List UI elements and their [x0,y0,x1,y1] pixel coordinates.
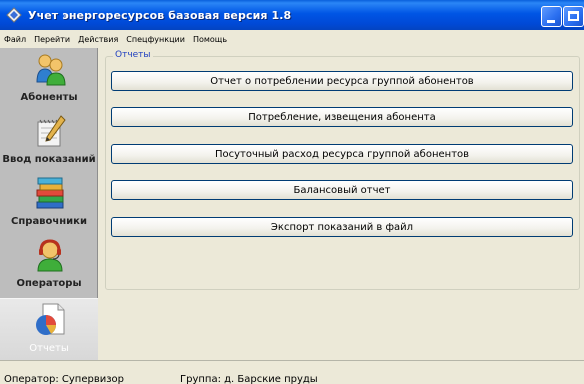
reports-group-title: Отчеты [113,50,153,60]
subscriber-consumption-notices-button[interactable]: Потребление, извещения абонента [111,107,573,127]
subscribers-icon [34,52,66,86]
menu-help[interactable]: Помощь [193,35,227,44]
minimize-button[interactable] [541,6,562,27]
sidebar-item-label: Отчеты [29,343,69,354]
sidebar: Абоненты Ввод показаний Справочники Опер… [0,48,98,360]
notepad-pencil-icon [34,114,66,148]
sidebar-item-meter-readings[interactable]: Ввод показаний [0,110,98,172]
menu-special-functions[interactable]: Спецфункции [126,35,185,44]
status-group: Группа: д. Барские пруды [180,374,318,384]
sidebar-item-label: Ввод показаний [2,154,96,165]
title-bar: Учет энергоресурсов базовая версия 1.8 [0,0,584,30]
sidebar-item-directories[interactable]: Справочники [0,172,98,234]
sidebar-item-reports[interactable]: Отчеты [0,298,98,360]
balance-report-button[interactable]: Балансовый отчет [111,180,573,200]
maximize-button[interactable] [563,6,584,27]
menu-actions[interactable]: Действия [78,35,118,44]
status-bar: Оператор: Супервизор Группа: д. Барские … [0,360,584,384]
sidebar-item-label: Справочники [11,216,87,227]
main-content: Отчеты Отчет о потреблении ресурса групп… [99,48,584,360]
window-title: Учет энергоресурсов базовая версия 1.8 [28,8,292,22]
app-diamond-icon [6,7,22,23]
sidebar-item-operators[interactable]: Операторы [0,234,98,296]
menu-goto[interactable]: Перейти [34,35,70,44]
report-chart-icon [34,303,66,337]
menu-file[interactable]: Файл [4,35,26,44]
sidebar-item-label: Операторы [16,278,82,289]
sidebar-item-label: Абоненты [20,92,78,103]
menu-bar: Файл Перейти Действия Спецфункции Помощь [0,30,584,48]
books-icon [34,176,66,210]
reports-group: Отчеты Отчет о потреблении ресурса групп… [105,50,580,290]
daily-consumption-report-button[interactable]: Посуточный расход ресурса группой абонен… [111,144,573,164]
export-readings-button[interactable]: Экспорт показаний в файл [111,217,573,237]
status-operator: Оператор: Супервизор [4,374,124,384]
sidebar-item-subscribers[interactable]: Абоненты [0,48,98,110]
group-consumption-report-button[interactable]: Отчет о потреблении ресурса группой абон… [111,71,573,91]
operator-headset-icon [34,238,66,272]
